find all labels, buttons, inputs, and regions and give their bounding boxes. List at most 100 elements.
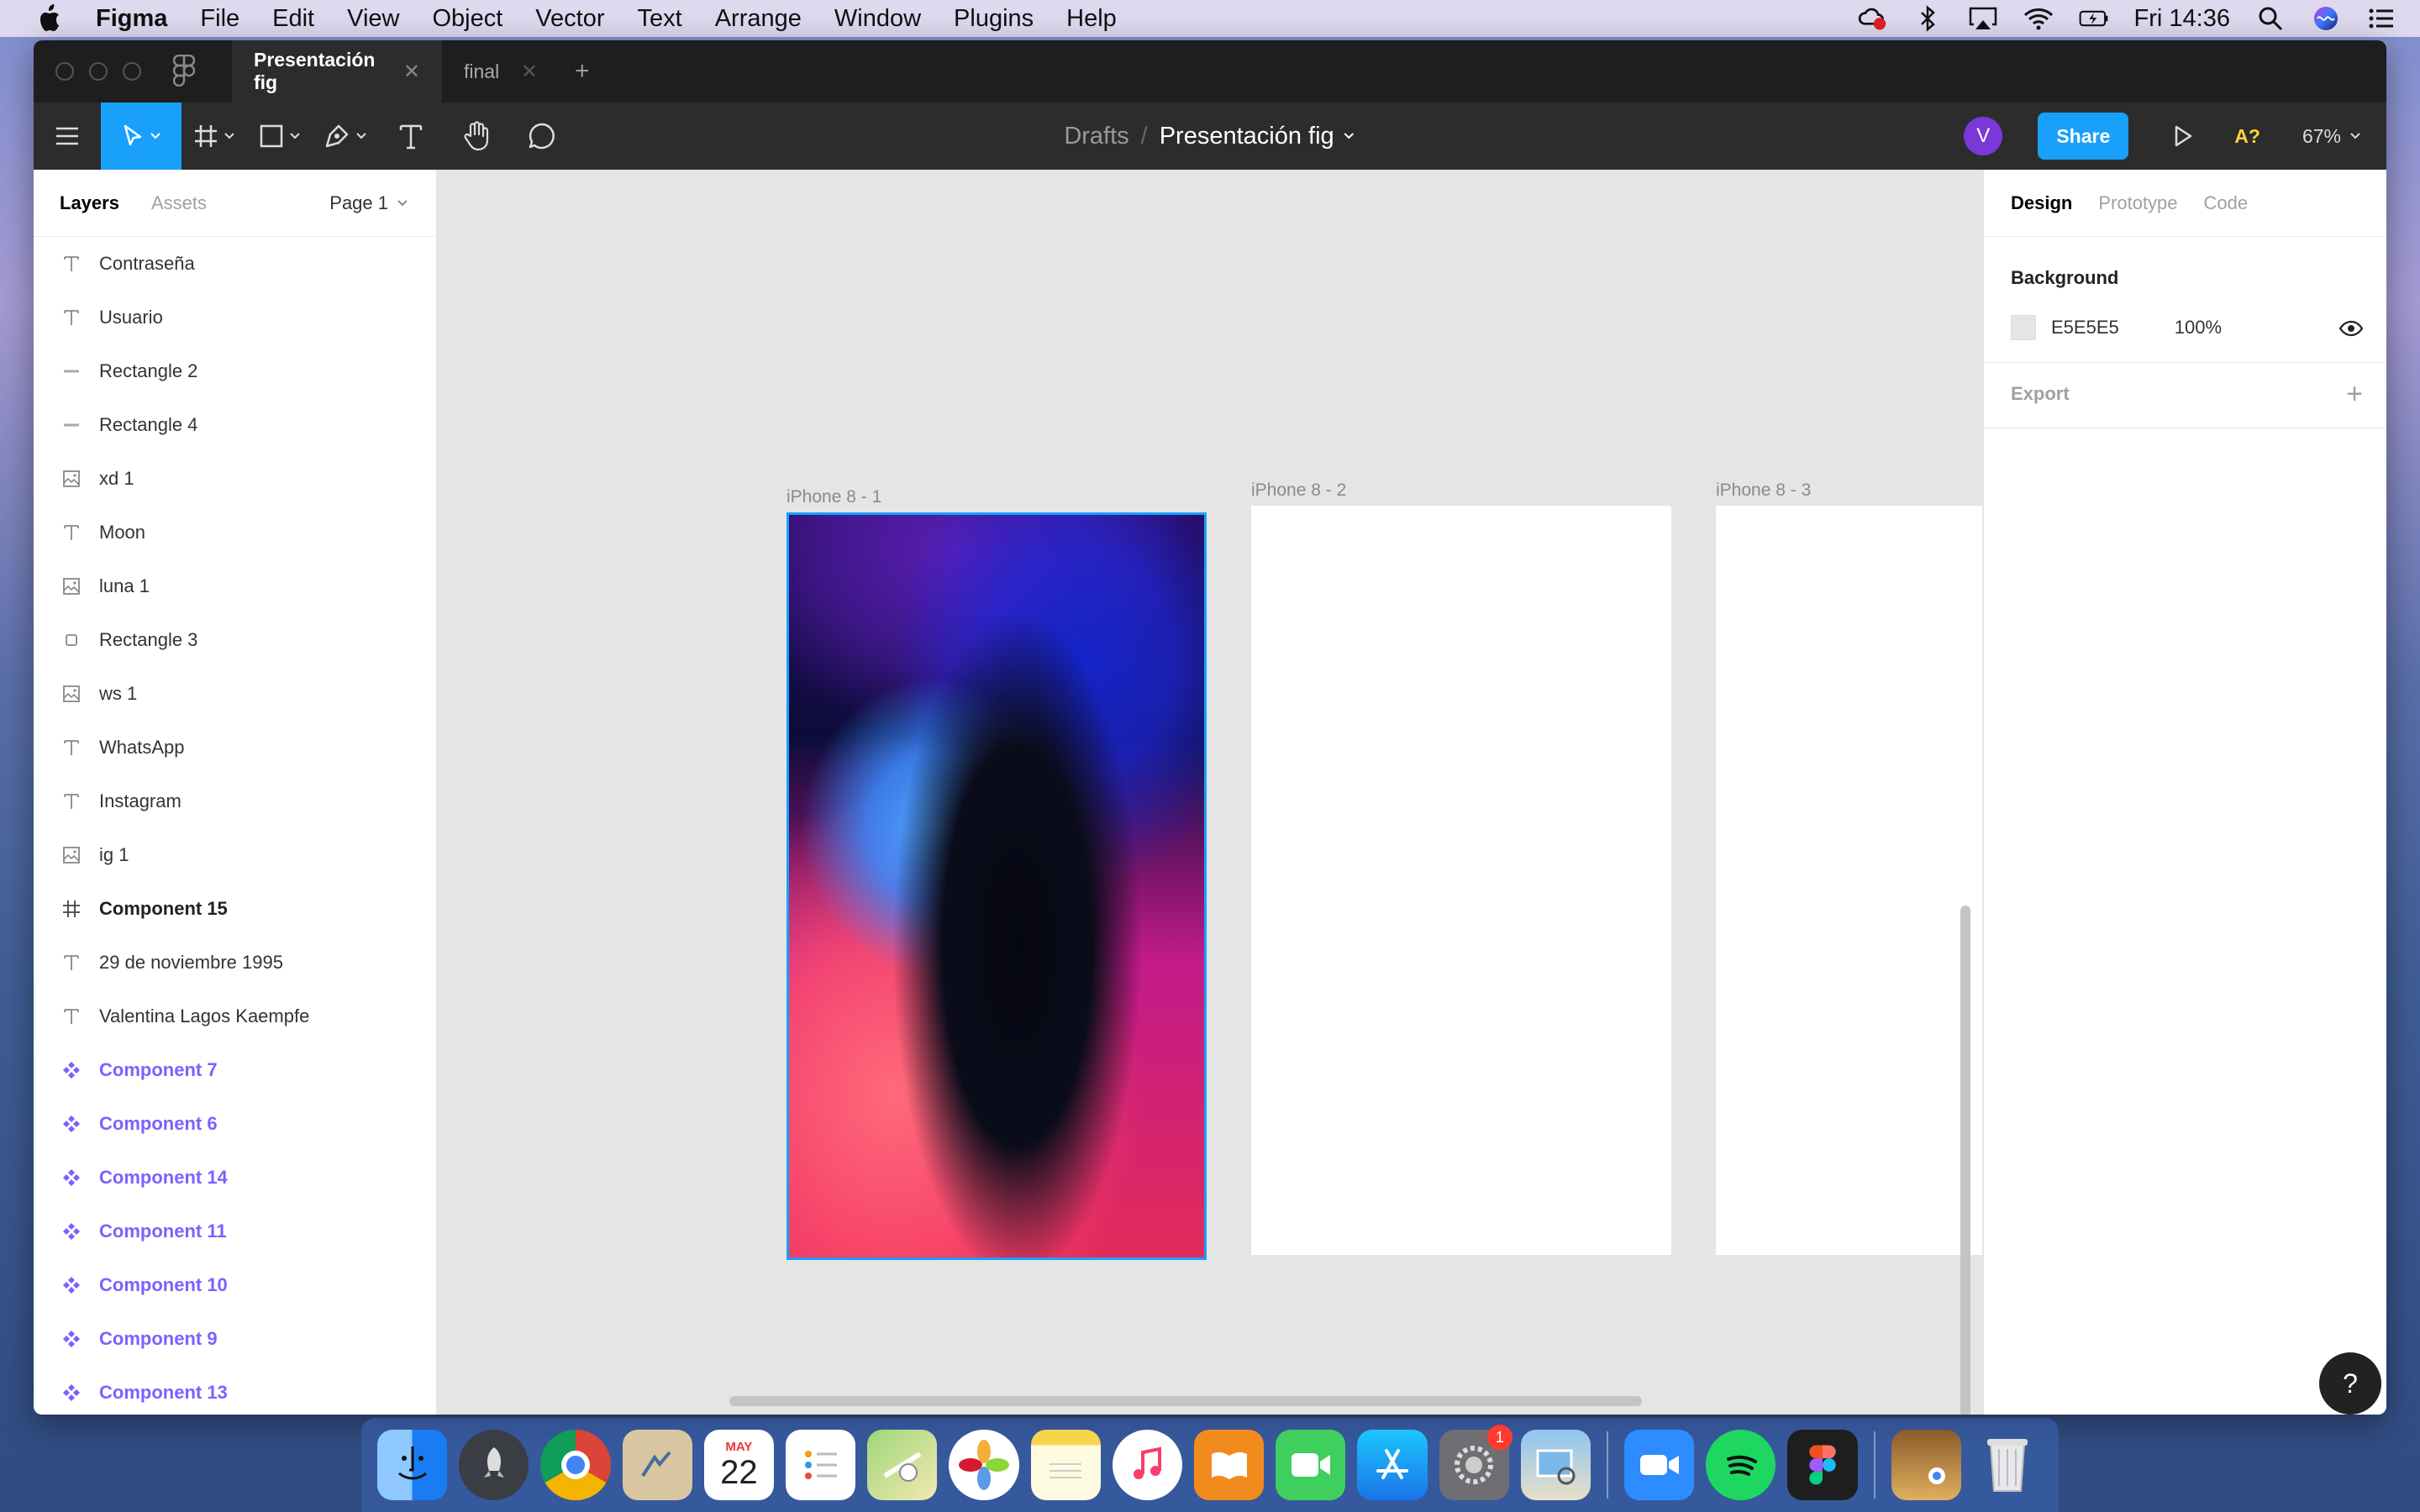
- menu-clock[interactable]: Fri 14:36: [2134, 5, 2230, 33]
- vertical-scrollbar[interactable]: [1960, 906, 1970, 1415]
- preview-icon[interactable]: [1520, 1430, 1591, 1500]
- launchpad-icon[interactable]: [459, 1430, 529, 1500]
- bluetooth-icon[interactable]: [1912, 3, 1943, 34]
- new-tab-icon[interactable]: +: [575, 57, 590, 86]
- user-avatar[interactable]: V: [1964, 117, 2003, 155]
- layer-row[interactable]: Rectangle 3: [34, 613, 436, 667]
- mail-icon[interactable]: [622, 1430, 692, 1500]
- layer-row[interactable]: Component 15: [34, 882, 436, 936]
- move-tool-button[interactable]: [101, 102, 182, 170]
- menu-edit[interactable]: Edit: [272, 5, 314, 33]
- app-store-icon[interactable]: [1357, 1430, 1428, 1500]
- layer-row[interactable]: ig 1: [34, 828, 436, 882]
- menu-vector[interactable]: Vector: [535, 5, 604, 33]
- chrome-icon[interactable]: [540, 1430, 611, 1500]
- creative-cloud-icon[interactable]: [1857, 3, 1887, 34]
- background-color-swatch[interactable]: [2011, 315, 2036, 340]
- eye-icon[interactable]: [2338, 316, 2364, 341]
- layer-row[interactable]: ws 1: [34, 667, 436, 721]
- horizontal-scrollbar[interactable]: [729, 1396, 1642, 1406]
- frame-tool-button[interactable]: [182, 102, 247, 170]
- layer-row[interactable]: xd 1: [34, 452, 436, 506]
- layer-row[interactable]: WhatsApp: [34, 721, 436, 774]
- menu-window[interactable]: Window: [834, 5, 921, 33]
- menu-view[interactable]: View: [347, 5, 399, 33]
- menu-file[interactable]: File: [200, 5, 239, 33]
- spotlight-search-icon[interactable]: [2255, 3, 2286, 34]
- frame-label[interactable]: iPhone 8 - 1: [786, 487, 881, 507]
- notes-icon[interactable]: [1030, 1430, 1101, 1500]
- apple-icon[interactable]: [34, 2, 67, 35]
- menu-app-name[interactable]: Figma: [96, 5, 167, 33]
- battery-icon[interactable]: [2079, 3, 2109, 34]
- comment-tool-button[interactable]: [509, 102, 575, 170]
- layer-row[interactable]: Component 10: [34, 1258, 436, 1312]
- minimize-window-button[interactable]: [89, 62, 108, 81]
- zoom-icon[interactable]: [1624, 1430, 1695, 1500]
- finder-icon[interactable]: [377, 1430, 448, 1500]
- layer-row[interactable]: 29 de noviembre 1995: [34, 936, 436, 990]
- menu-text[interactable]: Text: [638, 5, 682, 33]
- menu-help[interactable]: Help: [1066, 5, 1117, 33]
- tab-layers[interactable]: Layers: [60, 192, 119, 214]
- menu-object[interactable]: Object: [432, 5, 502, 33]
- frame-iphone-8-2[interactable]: [1251, 506, 1671, 1255]
- close-tab-icon[interactable]: ✕: [403, 60, 420, 84]
- breadcrumb-drafts[interactable]: Drafts: [1064, 123, 1128, 150]
- zoom-window-button[interactable]: [123, 62, 141, 81]
- tab-assets[interactable]: Assets: [151, 192, 207, 214]
- close-window-button[interactable]: [55, 62, 74, 81]
- downloads-icon[interactable]: [1891, 1430, 1961, 1500]
- layer-row[interactable]: Component 9: [34, 1312, 436, 1366]
- notification-center-icon[interactable]: [2366, 3, 2396, 34]
- reminders-icon[interactable]: [786, 1430, 856, 1500]
- text-tool-button[interactable]: [378, 102, 444, 170]
- tab-prototype[interactable]: Prototype: [2098, 192, 2177, 214]
- help-button[interactable]: ?: [2319, 1352, 2381, 1415]
- music-icon[interactable]: [1112, 1430, 1183, 1500]
- menu-arrange[interactable]: Arrange: [715, 5, 802, 33]
- wifi-icon[interactable]: [2023, 3, 2054, 34]
- layer-row[interactable]: luna 1: [34, 559, 436, 613]
- calendar-icon[interactable]: MAY 22: [703, 1430, 775, 1500]
- layer-row[interactable]: Valentina Lagos Kaempfe: [34, 990, 436, 1043]
- tab-design[interactable]: Design: [2011, 192, 2072, 214]
- shape-tool-button[interactable]: [247, 102, 313, 170]
- layer-row[interactable]: Component 7: [34, 1043, 436, 1097]
- layer-row[interactable]: Component 6: [34, 1097, 436, 1151]
- frame-label[interactable]: iPhone 8 - 3: [1716, 480, 1811, 501]
- frame-iphone-8-3[interactable]: [1716, 506, 1982, 1255]
- menu-plugins[interactable]: Plugins: [954, 5, 1034, 33]
- file-name[interactable]: Presentación fig: [1160, 123, 1334, 150]
- pen-tool-button[interactable]: [313, 102, 378, 170]
- figma-logo-icon[interactable]: [172, 54, 203, 88]
- missing-fonts-indicator[interactable]: A?: [2234, 125, 2260, 148]
- layer-row[interactable]: Component 14: [34, 1151, 436, 1205]
- photos-icon[interactable]: [949, 1430, 1019, 1500]
- tab-code[interactable]: Code: [2204, 192, 2249, 214]
- figma-icon[interactable]: [1787, 1430, 1858, 1500]
- zoom-menu[interactable]: 67%: [2302, 125, 2361, 148]
- layer-row[interactable]: Component 13: [34, 1366, 436, 1415]
- layer-row[interactable]: Component 11: [34, 1205, 436, 1258]
- layer-row[interactable]: Moon: [34, 506, 436, 559]
- share-button[interactable]: Share: [2038, 113, 2129, 160]
- system-preferences-icon[interactable]: 1: [1439, 1425, 1512, 1500]
- tab-final[interactable]: final ✕: [442, 40, 560, 102]
- layer-row[interactable]: Contraseña: [34, 237, 436, 291]
- frame-label[interactable]: iPhone 8 - 2: [1251, 480, 1346, 501]
- maps-icon[interactable]: [867, 1430, 938, 1500]
- present-button[interactable]: [2162, 115, 2204, 157]
- layer-row[interactable]: Usuario: [34, 291, 436, 344]
- background-opacity[interactable]: 100%: [2175, 317, 2222, 339]
- canvas[interactable]: iPhone 8 - 1 iPhone 8 - 2 iPhone 8 - 3: [438, 170, 1982, 1415]
- layer-row[interactable]: Instagram: [34, 774, 436, 828]
- tab-presentacion-fig[interactable]: Presentación fig ✕: [232, 40, 442, 102]
- frame-iphone-8-1[interactable]: [786, 512, 1207, 1260]
- airplay-icon[interactable]: [1968, 3, 1998, 34]
- layer-row[interactable]: Rectangle 2: [34, 344, 436, 398]
- layer-row[interactable]: Rectangle 4: [34, 398, 436, 452]
- background-hex[interactable]: E5E5E5: [2051, 317, 2119, 339]
- close-tab-icon[interactable]: ✕: [521, 60, 538, 84]
- page-selector[interactable]: Page 1: [329, 170, 408, 237]
